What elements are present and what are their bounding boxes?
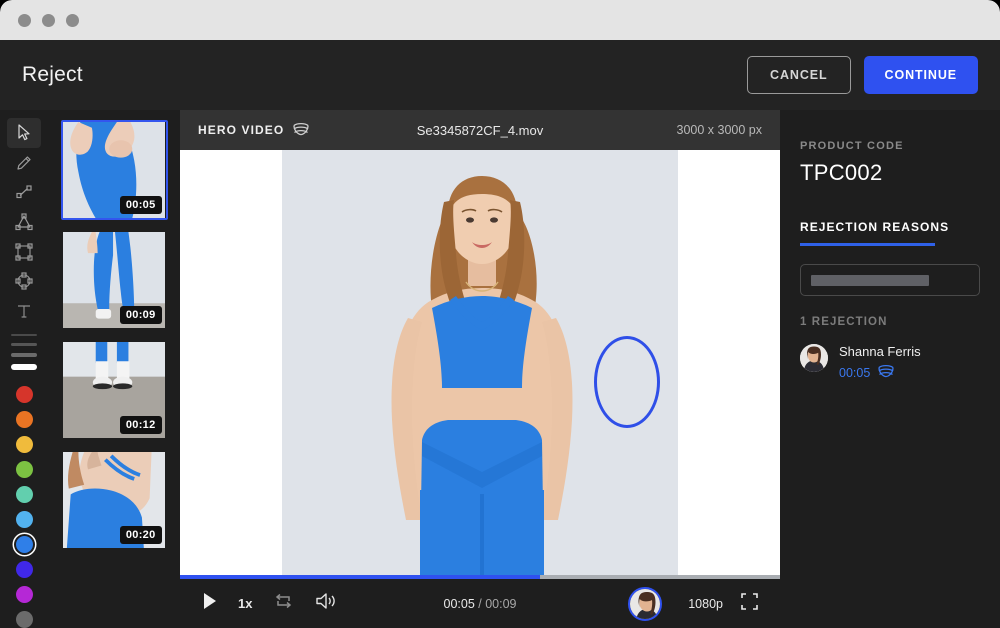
color-swatch-red[interactable] [16, 386, 33, 403]
color-swatch-indigo[interactable] [16, 561, 33, 578]
play-button[interactable] [202, 592, 218, 615]
select-tool[interactable] [7, 118, 41, 148]
stroke-weight-1[interactable] [11, 334, 37, 336]
polygon-tool[interactable] [7, 207, 41, 237]
color-swatch-teal[interactable] [16, 486, 33, 503]
video-controls: 1x [180, 579, 780, 628]
avatar-image [630, 589, 662, 621]
rectangle-icon [14, 242, 34, 262]
time-separator: / [475, 597, 485, 611]
pencil-tool[interactable] [7, 148, 41, 178]
annotation-toolbar [0, 110, 48, 628]
thumbnail-item-1[interactable]: 00:05 [61, 120, 168, 220]
stroke-weight-4[interactable] [11, 364, 37, 370]
rejection-author-name: Shanna Ferris [839, 344, 921, 359]
rejection-timestamp: 00:05 [839, 366, 870, 380]
app-body: 00:05 00:09 [0, 110, 1000, 628]
rejection-panel: PRODUCT CODE TPC002 REJECTION REASONS 1 … [780, 110, 1000, 628]
loop-button[interactable] [274, 593, 293, 614]
tab-rejection-reasons-label: REJECTION REASONS [800, 220, 949, 234]
color-swatch-group [16, 386, 33, 628]
color-swatch-blue[interactable] [16, 536, 33, 553]
fullscreen-icon [741, 597, 758, 614]
fullscreen-button[interactable] [741, 593, 758, 615]
pencil-icon [15, 154, 33, 172]
app-window: Reject CANCEL CONTINUE [0, 0, 1000, 628]
text-icon [15, 302, 33, 320]
tab-rejection-reasons[interactable]: REJECTION REASONS [800, 220, 949, 246]
tab-active-underline [800, 243, 935, 246]
video-header: HERO VIDEO Se3345872CF_4.mov [180, 110, 780, 150]
timeline-comment-avatar[interactable] [628, 587, 662, 621]
thumbnail-timestamp: 00:20 [120, 526, 162, 544]
cursor-icon [17, 124, 32, 141]
thumbnail-strip: 00:05 00:09 [48, 110, 180, 628]
rejection-details: Shanna Ferris 00:05 [839, 344, 921, 381]
video-frame [282, 150, 678, 575]
ellipse-icon [14, 271, 34, 291]
header-actions: CANCEL CONTINUE [747, 56, 978, 94]
color-swatch-lightblue[interactable] [16, 511, 33, 528]
color-swatch-gray[interactable] [16, 611, 33, 628]
volume-icon [315, 597, 337, 614]
app-header: Reject CANCEL CONTINUE [0, 40, 1000, 110]
layers-icon [292, 122, 310, 139]
rejection-reason-redacted-text [811, 275, 929, 286]
window-close-button[interactable] [18, 14, 31, 27]
ellipse-tool[interactable] [7, 267, 41, 297]
video-type-label: HERO VIDEO [198, 122, 310, 139]
window-titlebar [0, 0, 1000, 40]
rejection-reason-input[interactable] [800, 264, 980, 296]
color-swatch-yellow[interactable] [16, 436, 33, 453]
playback-speed-button[interactable]: 1x [238, 596, 252, 611]
quality-button[interactable]: 1080p [688, 597, 723, 611]
line-icon [15, 183, 33, 201]
color-swatch-green[interactable] [16, 461, 33, 478]
line-tool[interactable] [7, 177, 41, 207]
current-time: 00:05 [444, 597, 475, 611]
play-icon [202, 592, 218, 615]
stroke-weight-group [11, 334, 37, 370]
triangle-icon [14, 212, 34, 232]
color-swatch-orange[interactable] [16, 411, 33, 428]
video-panel: HERO VIDEO Se3345872CF_4.mov [180, 110, 780, 628]
rejection-avatar [800, 344, 828, 372]
rectangle-tool[interactable] [7, 237, 41, 267]
video-type-text: HERO VIDEO [198, 123, 284, 137]
product-code-label: PRODUCT CODE [800, 140, 980, 152]
rejection-list-item[interactable]: Shanna Ferris 00:05 [800, 344, 980, 381]
product-code-value: TPC002 [800, 160, 980, 186]
avatar-image [800, 344, 828, 372]
color-swatch-purple[interactable] [16, 586, 33, 603]
thumbnail-timestamp: 00:09 [120, 306, 162, 324]
text-tool[interactable] [7, 296, 41, 326]
thumbnail-item-2[interactable]: 00:09 [61, 230, 168, 330]
video-frame-image [282, 150, 678, 575]
stroke-weight-3[interactable] [11, 353, 37, 357]
rejection-count: 1 REJECTION [800, 316, 980, 328]
continue-button[interactable]: CONTINUE [864, 56, 978, 94]
thumbnail-timestamp: 00:05 [120, 196, 162, 214]
thumbnail-timestamp: 00:12 [120, 416, 162, 434]
cancel-button[interactable]: CANCEL [747, 56, 850, 94]
rejection-timestamp-link[interactable]: 00:05 [839, 364, 921, 381]
thumbnail-item-3[interactable]: 00:12 [61, 340, 168, 440]
video-canvas[interactable] [180, 150, 780, 575]
stroke-weight-2[interactable] [11, 343, 37, 346]
page-title: Reject [22, 63, 83, 87]
layers-icon [877, 364, 895, 381]
total-time: 00:09 [485, 597, 516, 611]
video-dimensions: 3000 x 3000 px [677, 123, 763, 137]
thumbnail-item-4[interactable]: 00:20 [61, 450, 168, 550]
video-right-controls: 1080p [688, 593, 758, 615]
window-zoom-button[interactable] [66, 14, 79, 27]
loop-icon [274, 596, 293, 613]
window-minimize-button[interactable] [42, 14, 55, 27]
volume-button[interactable] [315, 592, 337, 615]
